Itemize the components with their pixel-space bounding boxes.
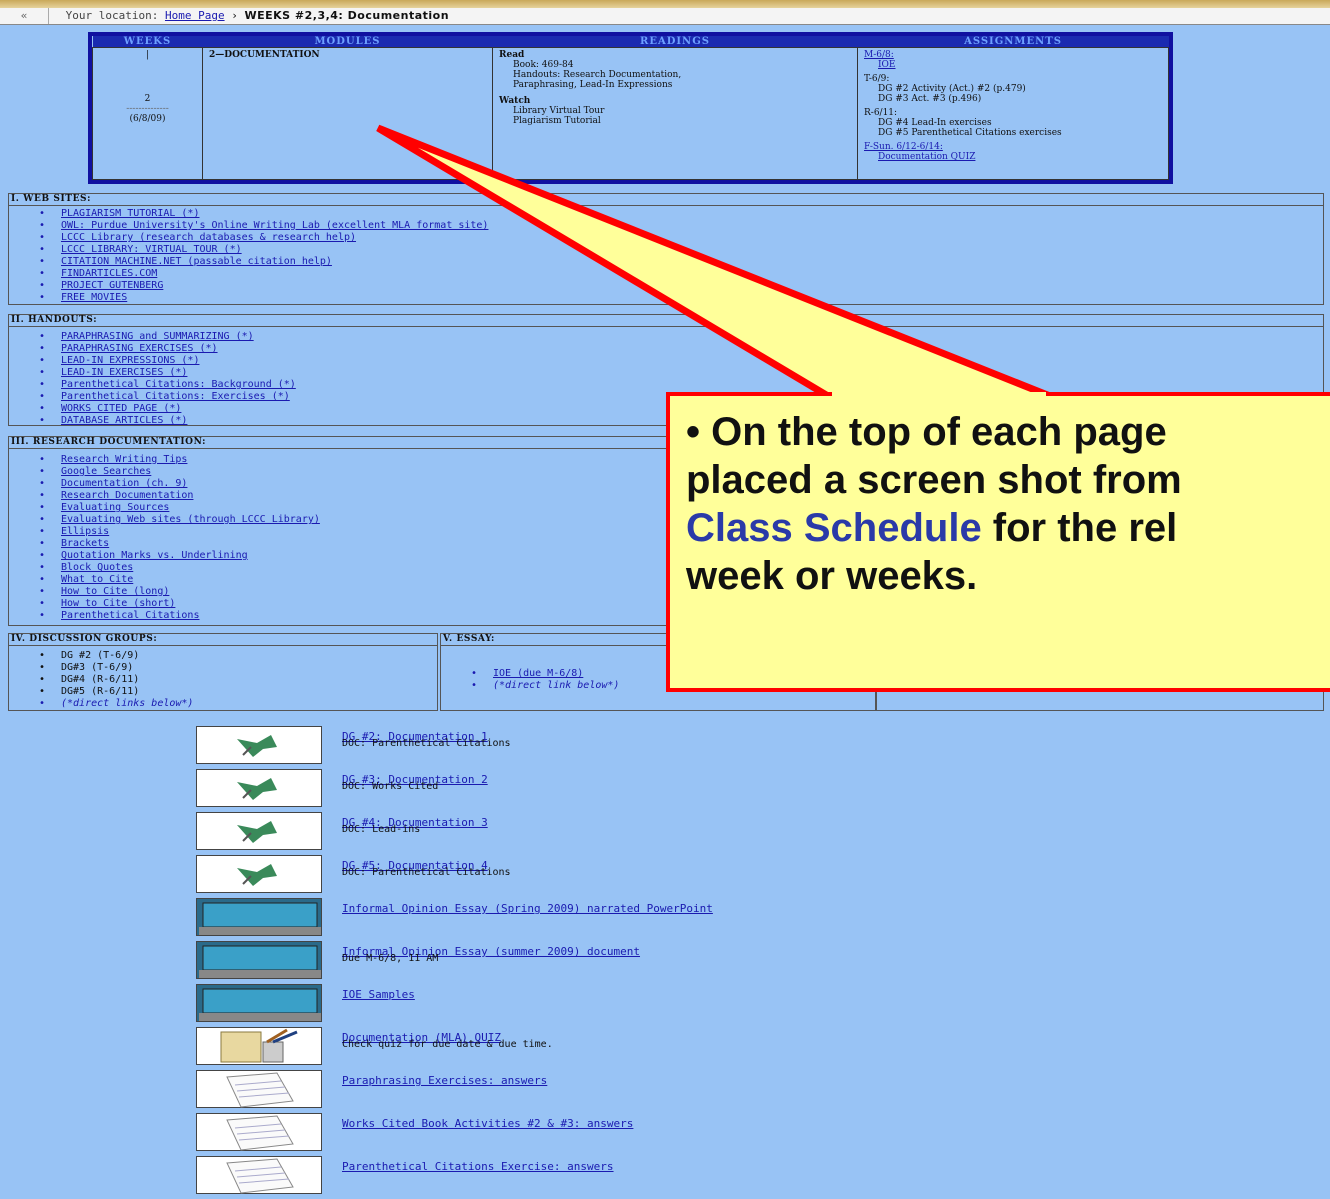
laptop-icon bbox=[196, 941, 322, 979]
pushpin-icon bbox=[196, 769, 322, 807]
quiz-icon bbox=[196, 1027, 322, 1065]
web-site-link[interactable]: OWL: Purdue University's Online Writing … bbox=[61, 220, 1323, 232]
research-documentation-title: III. RESEARCH DOCUMENTATION: bbox=[9, 437, 1323, 449]
research-link[interactable]: Quotation Marks vs. Underlining bbox=[61, 550, 1323, 562]
window-top-border bbox=[0, 0, 1330, 8]
research-link[interactable]: Google Searches bbox=[61, 466, 1323, 478]
header-weeks: WEEKS bbox=[92, 36, 203, 48]
research-link[interactable]: Brackets bbox=[61, 538, 1323, 550]
ioe-link[interactable]: IOE (due M-6/8) bbox=[493, 668, 875, 680]
discussion-group-item: DG#4 (R-6/11) bbox=[61, 674, 437, 686]
web-site-link[interactable]: PROJECT GUTENBERG bbox=[61, 280, 1323, 292]
discussion-groups-section: IV. DISCUSSION GROUPS: DG #2 (T-6/9) DG#… bbox=[8, 633, 438, 711]
notepad-icon bbox=[196, 1156, 322, 1194]
watch-label: Watch bbox=[499, 96, 531, 106]
research-link[interactable]: Documentation (ch. 9) bbox=[61, 478, 1323, 490]
research-link[interactable]: What to Cite bbox=[61, 574, 1323, 586]
pushpin-icon bbox=[196, 855, 322, 893]
location-bar: « Your location: Home Page › WEEKS #2,3,… bbox=[0, 8, 1330, 25]
discussion-group-item: DG#5 (R-6/11) bbox=[61, 686, 437, 698]
readings-cell: Read Book: 469-84 Handouts: Research Doc… bbox=[492, 47, 858, 180]
week-number: 2 bbox=[144, 94, 151, 104]
class-schedule-table: WEEKS MODULES READINGS ASSIGNMENTS | 2 -… bbox=[88, 32, 1173, 184]
header-modules: MODULES bbox=[202, 36, 493, 48]
essay-section: V. ESSAY: IOE (due M-6/8) (*direct link … bbox=[440, 633, 876, 711]
web-site-link[interactable]: LCCC LIBRARY: VIRTUAL TOUR (*) bbox=[61, 244, 1323, 256]
laptop-icon bbox=[196, 898, 322, 936]
handout-link[interactable]: WORKS CITED PAGE (*) bbox=[61, 403, 1323, 415]
handout-link[interactable]: LEAD-IN EXPRESSIONS (*) bbox=[61, 355, 1323, 367]
direct-links-note: (*direct links below*) bbox=[61, 698, 437, 710]
current-page-title: WEEKS #2,3,4: Documentation bbox=[244, 9, 450, 22]
pushpin-icon bbox=[196, 726, 322, 764]
notepad-icon bbox=[196, 1070, 322, 1108]
header-readings: READINGS bbox=[492, 36, 858, 48]
research-documentation-section: III. RESEARCH DOCUMENTATION: Research Wr… bbox=[8, 436, 1324, 626]
web-sites-section: I. WEB SITES: PLAGIARISM TUTORIAL (*) OW… bbox=[8, 193, 1324, 305]
research-link[interactable]: Evaluating Web sites (through LCCC Libra… bbox=[61, 514, 1323, 526]
handout-link[interactable]: Parenthetical Citations: Exercises (*) bbox=[61, 391, 1323, 403]
pushpin-icon bbox=[196, 812, 322, 850]
research-link[interactable]: Evaluating Sources bbox=[61, 502, 1323, 514]
week-date: (6/8/09) bbox=[129, 114, 166, 124]
handouts-section: II. HANDOUTS: PARAPHRASING and SUMMARIZI… bbox=[8, 314, 1324, 426]
breadcrumb-separator: › bbox=[231, 9, 238, 22]
research-link[interactable]: How to Cite (long) bbox=[61, 586, 1323, 598]
location-label: Your location: bbox=[65, 9, 159, 22]
direct-link-note: (*direct link below*) bbox=[493, 680, 875, 692]
empty-section bbox=[876, 633, 1324, 711]
assignments-cell: M-6/8: IOE T-6/9: DG #2 Activity (Act.) … bbox=[857, 47, 1169, 180]
essay-title: V. ESSAY: bbox=[441, 634, 875, 646]
discussion-groups-title: IV. DISCUSSION GROUPS: bbox=[9, 634, 437, 646]
discussion-group-item: DG #2 (T-6/9) bbox=[61, 650, 437, 662]
documentation-quiz-link[interactable]: Documentation QUIZ bbox=[864, 152, 1162, 162]
research-link[interactable]: Parenthetical Citations bbox=[61, 610, 1323, 622]
handout-link[interactable]: LEAD-IN EXERCISES (*) bbox=[61, 367, 1323, 379]
module-cell: 2—DOCUMENTATION bbox=[202, 47, 493, 180]
week-cell: | 2 -------------- (6/8/09) bbox=[92, 47, 203, 180]
web-sites-title: I. WEB SITES: bbox=[9, 194, 1323, 206]
research-link[interactable]: Ellipsis bbox=[61, 526, 1323, 538]
handout-link[interactable]: PARAPHRASING and SUMMARIZING (*) bbox=[61, 331, 1323, 343]
handout-link[interactable]: DATABASE ARTICLES (*) bbox=[61, 415, 1323, 427]
web-site-link[interactable]: CITATION MACHINE.NET (passable citation … bbox=[61, 256, 1323, 268]
discussion-group-item: DG#3 (T-6/9) bbox=[61, 662, 437, 674]
web-site-link[interactable]: FREE MOVIES bbox=[61, 292, 1323, 304]
handout-link[interactable]: PARAPHRASING EXERCISES (*) bbox=[61, 343, 1323, 355]
home-page-link[interactable]: Home Page bbox=[165, 9, 225, 22]
back-button[interactable]: « bbox=[0, 8, 49, 24]
notepad-icon bbox=[196, 1113, 322, 1151]
research-link[interactable]: Research Writing Tips bbox=[61, 454, 1323, 466]
handouts-title: II. HANDOUTS: bbox=[9, 315, 1323, 327]
web-site-link[interactable]: LCCC Library (research databases & resea… bbox=[61, 232, 1323, 244]
read-label: Read bbox=[499, 50, 525, 60]
research-link[interactable]: Research Documentation bbox=[61, 490, 1323, 502]
header-assignments: ASSIGNMENTS bbox=[857, 36, 1169, 48]
handout-link[interactable]: Parenthetical Citations: Background (*) bbox=[61, 379, 1323, 391]
web-site-link[interactable]: PLAGIARISM TUTORIAL (*) bbox=[61, 208, 1323, 220]
web-site-link[interactable]: FINDARTICLES.COM bbox=[61, 268, 1323, 280]
laptop-icon bbox=[196, 984, 322, 1022]
research-link[interactable]: Block Quotes bbox=[61, 562, 1323, 574]
research-link[interactable]: How to Cite (short) bbox=[61, 598, 1323, 610]
